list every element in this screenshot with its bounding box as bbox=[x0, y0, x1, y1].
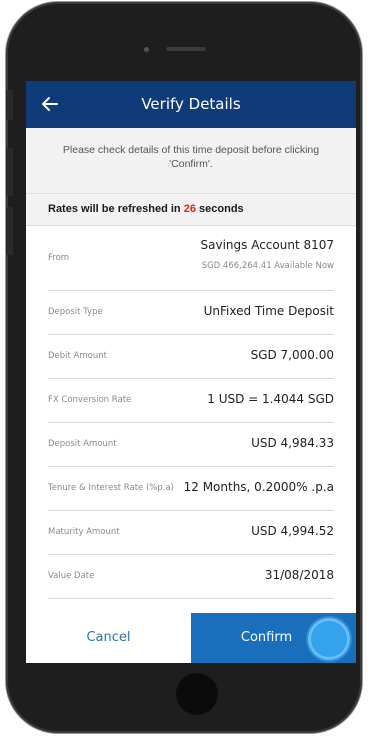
detail-value: 1 USD = 1.4044 SGD bbox=[207, 392, 334, 406]
app-screen: Verify Details Please check details of t… bbox=[26, 81, 356, 663]
available-balance: SGD 466,264.41 Available Now bbox=[201, 261, 334, 271]
detail-value: USD 4,984.33 bbox=[251, 436, 334, 450]
detail-label: FX Conversion Rate bbox=[48, 395, 132, 405]
detail-value: SGD 7,000.00 bbox=[250, 348, 334, 362]
detail-label: Maturity Amount bbox=[48, 527, 120, 537]
confirmation-notice: Please check details of this time deposi… bbox=[26, 128, 356, 194]
detail-label: Tenure & Interest Rate (%p.a) bbox=[48, 483, 174, 493]
detail-row-maturity-amount: Maturity Amount USD 4,994.52 bbox=[48, 511, 334, 555]
cancel-button[interactable]: Cancel bbox=[26, 613, 191, 663]
detail-label: Debit Amount bbox=[48, 351, 107, 361]
detail-value: 31/08/2018 bbox=[264, 568, 334, 582]
mute-switch bbox=[6, 90, 13, 120]
detail-value: USD 4,994.52 bbox=[251, 524, 334, 538]
home-button[interactable] bbox=[176, 673, 218, 715]
detail-row-deposit-type: Deposit Type UnFixed Time Deposit bbox=[48, 291, 334, 335]
page-title: Verify Details bbox=[141, 95, 241, 113]
timer-seconds: 26 bbox=[183, 203, 196, 215]
detail-value: Savings Account 8107 bbox=[200, 238, 335, 252]
action-bar: Cancel Confirm bbox=[26, 613, 356, 663]
rate-refresh-timer: Rates will be refreshed in 26 seconds bbox=[26, 194, 356, 226]
earpiece-speaker bbox=[166, 47, 206, 51]
detail-row-from: From Savings Account 8107 SGD 466,264.41… bbox=[48, 226, 334, 291]
timer-suffix: seconds bbox=[195, 203, 244, 215]
top-bar: Verify Details bbox=[26, 81, 356, 128]
detail-label: Value Date bbox=[48, 571, 95, 581]
detail-value: UnFixed Time Deposit bbox=[203, 304, 334, 318]
touch-indicator bbox=[311, 621, 347, 657]
detail-label: From bbox=[48, 253, 70, 263]
detail-row-value-date: Value Date 31/08/2018 bbox=[48, 555, 334, 599]
volume-down-button bbox=[6, 207, 13, 255]
detail-label: Deposit Type bbox=[48, 307, 103, 317]
deposit-details: From Savings Account 8107 SGD 466,264.41… bbox=[26, 226, 356, 612]
detail-row-tenure-rate: Tenure & Interest Rate (%p.a) 12 Months,… bbox=[48, 467, 334, 511]
detail-row-debit-amount: Debit Amount SGD 7,000.00 bbox=[48, 335, 334, 379]
volume-up-button bbox=[6, 148, 13, 196]
front-camera bbox=[144, 47, 149, 52]
detail-value: 12 Months, 0.2000% .p.a bbox=[183, 480, 334, 494]
detail-label: Deposit Amount bbox=[48, 439, 117, 449]
detail-row-deposit-amount: Deposit Amount USD 4,984.33 bbox=[48, 423, 334, 467]
detail-row-fx-rate: FX Conversion Rate 1 USD = 1.4044 SGD bbox=[48, 379, 334, 423]
timer-prefix: Rates will be refreshed in bbox=[48, 203, 184, 215]
